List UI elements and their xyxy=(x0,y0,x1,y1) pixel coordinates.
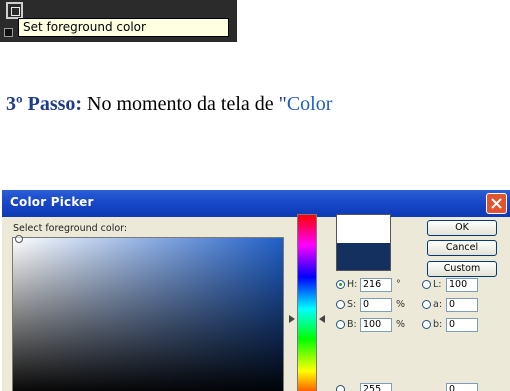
label-b: B: xyxy=(347,319,357,330)
radio-r[interactable] xyxy=(336,385,345,391)
radio-h[interactable] xyxy=(336,280,345,289)
step-label: 3º Passo: xyxy=(6,93,83,115)
close-button[interactable] xyxy=(486,193,507,214)
step-body: No momento da tela de xyxy=(82,93,279,115)
input-a[interactable]: 0 xyxy=(446,298,478,312)
foreground-swatch-inner xyxy=(11,7,20,16)
radio-lab-b[interactable] xyxy=(422,320,431,329)
ok-button[interactable]: OK xyxy=(427,220,497,236)
label-s: S: xyxy=(347,299,357,310)
toolbox-strip: Set foreground color xyxy=(0,0,237,42)
radio-s[interactable] xyxy=(336,300,345,309)
row-b-b: B: 100 % b: 0 xyxy=(336,318,506,332)
custom-button[interactable]: Custom xyxy=(427,261,497,277)
dialog-title: Color Picker xyxy=(10,195,94,209)
input-s[interactable]: 0 xyxy=(360,298,392,312)
input-r[interactable]: 255 xyxy=(360,383,392,391)
input-b[interactable]: 100 xyxy=(360,318,392,332)
input-l[interactable]: 100 xyxy=(446,278,478,292)
row-partial: 255 0 xyxy=(336,383,506,391)
tooltip: Set foreground color xyxy=(18,18,229,37)
row-h-l: H: 216 ° L: 100 xyxy=(336,278,506,292)
close-icon xyxy=(491,198,502,209)
input-c[interactable]: 0 xyxy=(446,383,478,391)
step-quote: " xyxy=(278,93,287,115)
label-lab-b: b: xyxy=(433,319,443,330)
unit-h: ° xyxy=(396,279,401,290)
cancel-button[interactable]: Cancel xyxy=(427,240,497,256)
current-color-swatch[interactable] xyxy=(337,242,390,270)
select-color-label: Select foreground color: xyxy=(13,223,128,234)
input-h[interactable]: 216 xyxy=(360,278,392,292)
color-picker-dialog: Color Picker Select foreground color: OK… xyxy=(2,190,510,391)
label-l: L: xyxy=(433,279,442,290)
color-field-marker-icon[interactable] xyxy=(15,235,23,243)
unit-b: % xyxy=(396,319,406,330)
hue-slider-left-arrow-icon[interactable] xyxy=(289,315,295,323)
hue-slider[interactable] xyxy=(297,214,317,391)
hue-slider-right-arrow-icon[interactable] xyxy=(319,315,325,323)
foreground-color-swatch[interactable] xyxy=(6,2,23,19)
label-a: a: xyxy=(433,299,443,310)
radio-a[interactable] xyxy=(422,300,431,309)
step-link[interactable]: Color xyxy=(287,93,333,115)
new-color-swatch xyxy=(337,215,390,243)
color-field[interactable] xyxy=(12,237,284,391)
row-s-a: S: 0 % a: 0 xyxy=(336,298,506,312)
label-h: H: xyxy=(347,279,358,290)
radio-l[interactable] xyxy=(422,280,431,289)
unit-s: % xyxy=(396,299,406,310)
radio-b[interactable] xyxy=(336,320,345,329)
default-colors-icon[interactable] xyxy=(4,28,13,37)
step-text: 3º Passo: No momento da tela de "Color xyxy=(6,92,332,116)
color-preview xyxy=(336,214,391,271)
input-lab-b[interactable]: 0 xyxy=(446,318,478,332)
title-bar[interactable]: Color Picker xyxy=(2,190,510,217)
